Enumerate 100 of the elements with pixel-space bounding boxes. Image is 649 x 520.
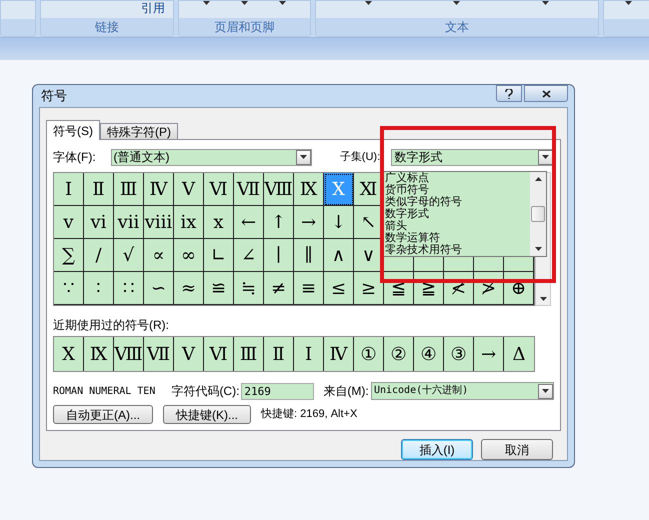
list-option[interactable]: 箭头 — [385, 220, 407, 232]
tab[interactable]: 特殊字符(P) — [100, 123, 178, 140]
symbol-cell[interactable]: ∷ — [114, 272, 144, 305]
scroll-thumb[interactable] — [531, 206, 545, 222]
symbol-cell[interactable]: ⅴ — [54, 206, 84, 239]
ribbon-group-label: 页眉和页脚 — [214, 19, 274, 36]
symbol-cell[interactable]: Ⅱ — [264, 337, 294, 371]
caret-icon — [202, 1, 210, 5]
list-option[interactable]: 广义标点 — [385, 172, 429, 184]
symbol-cell[interactable]: ① — [354, 337, 384, 371]
help-icon — [505, 88, 513, 98]
dropdown-button[interactable] — [538, 384, 553, 398]
symbol-cell[interactable]: Ⅳ — [144, 173, 174, 206]
caret-icon — [542, 155, 549, 159]
symbol-cell[interactable]: → — [474, 337, 504, 371]
symbol-cell[interactable]: Ⅸ — [84, 337, 114, 371]
subset-dropdown[interactable]: 数字形式 — [391, 148, 554, 166]
symbol-cell[interactable]: √ — [114, 239, 144, 272]
symbol-cell[interactable]: → — [294, 206, 324, 239]
code-field[interactable]: 2169 — [241, 382, 314, 400]
caret-icon — [279, 1, 286, 5]
symbol-cell[interactable]: ∽ — [144, 272, 174, 305]
symbol-cell[interactable]: ≦ — [384, 272, 414, 305]
caret-icon — [542, 389, 549, 393]
field-label: 字体(F): — [53, 149, 97, 166]
symbol-cell[interactable]: ② — [384, 337, 414, 371]
list-option[interactable]: 零杂技术用符号 — [385, 244, 462, 256]
symbol-cell[interactable]: ← — [234, 206, 264, 239]
field-label: 子集(U): — [340, 150, 382, 165]
symbol-cell[interactable]: Ⅷ — [264, 173, 294, 206]
help-button[interactable] — [496, 85, 522, 102]
close-button[interactable] — [524, 85, 568, 102]
symbol-cell[interactable]: ∵ — [54, 272, 84, 305]
symbol-cell[interactable]: Ⅲ — [234, 337, 264, 371]
autocorrect-button[interactable]: 自动更正(A)... — [53, 405, 153, 424]
symbol-cell[interactable]: ⅹ — [204, 206, 234, 239]
symbol-cell[interactable]: ③ — [444, 337, 474, 371]
dropdown-button[interactable] — [538, 150, 553, 164]
symbol-cell[interactable]: Δ — [504, 337, 534, 371]
symbol-cell[interactable]: ∝ — [144, 239, 174, 272]
list-option[interactable]: 货币符号 — [385, 184, 429, 196]
insert-button[interactable]: 插入(I) — [401, 439, 473, 460]
symbol-cell[interactable]: ≠ — [264, 272, 294, 305]
window-title: 符号 — [41, 87, 67, 106]
symbol-cell[interactable]: Ⅴ — [174, 173, 204, 206]
field-label: 来自(M): — [323, 383, 370, 400]
symbol-cell[interactable]: ∞ — [174, 239, 204, 272]
symbol-cell[interactable]: ↓ — [324, 206, 354, 239]
character-name: ROMAN NUMERAL TEN — [53, 384, 156, 398]
caret-icon — [534, 177, 542, 181]
cancel-button[interactable]: 取消 — [481, 439, 553, 460]
list-option[interactable]: 数学运算符 — [385, 232, 440, 244]
symbol-cell[interactable]: ≒ — [234, 272, 264, 305]
symbol-cell[interactable]: ≡ — [294, 272, 324, 305]
ribbon-button[interactable]: 引用 — [141, 1, 165, 15]
symbol-cell[interactable]: ∟ — [204, 239, 234, 272]
symbol-cell[interactable]: ⅶ — [114, 206, 144, 239]
symbol-cell[interactable]: / — [84, 239, 114, 272]
symbol-cell[interactable]: ≈ — [174, 272, 204, 305]
field-label: 字符代码(C): — [171, 383, 240, 400]
symbol-cell[interactable]: ≌ — [204, 272, 234, 305]
symbol-cell[interactable]: Ⅶ — [144, 337, 174, 371]
symbol-cell[interactable]: ⅷ — [144, 206, 174, 239]
symbol-cell[interactable]: ⅵ — [84, 206, 114, 239]
symbol-cell[interactable]: Ⅳ — [324, 337, 354, 371]
symbol-cell[interactable]: ⅸ — [174, 206, 204, 239]
symbol-cell[interactable]: ∑ — [54, 239, 84, 272]
symbol-cell[interactable]: ≤ — [324, 272, 354, 305]
symbol-cell[interactable]: ④ — [414, 337, 444, 371]
symbol-cell[interactable]: Ⅴ — [174, 337, 204, 371]
symbol-cell[interactable]: ⊕ — [504, 272, 534, 305]
ribbon-group-label: 文本 — [445, 19, 469, 36]
symbol-cell[interactable]: Ⅱ — [84, 173, 114, 206]
shortcut-key-button[interactable]: 快捷键(K)... — [163, 405, 251, 424]
symbol-cell[interactable]: ↑ — [264, 206, 294, 239]
encoding-dropdown[interactable]: Unicode(十六进制) — [370, 382, 554, 400]
symbol-cell[interactable]: ∧ — [324, 239, 354, 272]
symbol-cell[interactable]: ≧ — [414, 272, 444, 305]
symbol-cell[interactable]: Ⅵ — [204, 173, 234, 206]
list-option[interactable]: 类似字母的符号 — [385, 196, 462, 208]
symbol-cell[interactable]: Ⅲ — [114, 173, 144, 206]
font-dropdown[interactable]: (普通文本) — [110, 148, 312, 166]
symbol-cell[interactable]: Ⅷ — [114, 337, 144, 371]
list-scrollbar[interactable] — [530, 172, 546, 256]
caret-icon — [240, 1, 248, 5]
symbol-cell[interactable]: Ⅶ — [234, 173, 264, 206]
caret-icon — [624, 1, 632, 5]
dropdown-button[interactable] — [296, 150, 311, 164]
caret-icon — [453, 1, 460, 5]
symbol-cell[interactable]: ∣ — [264, 239, 294, 272]
symbol-cell[interactable]: Ⅹ — [54, 337, 84, 371]
symbol-cell[interactable]: Ⅰ — [54, 173, 84, 206]
symbol-cell[interactable]: Ⅵ — [204, 337, 234, 371]
tab[interactable]: 符号(S) — [46, 120, 100, 140]
symbol-cell[interactable]: Ⅰ — [294, 337, 324, 371]
symbol-cell[interactable]: ≥ — [354, 272, 384, 305]
symbol-cell[interactable]: ∠ — [234, 239, 264, 272]
symbol-cell[interactable]: ∶ — [84, 272, 114, 305]
list-option[interactable]: 数字形式 — [385, 208, 429, 220]
symbol-cell[interactable]: ∥ — [294, 239, 324, 272]
